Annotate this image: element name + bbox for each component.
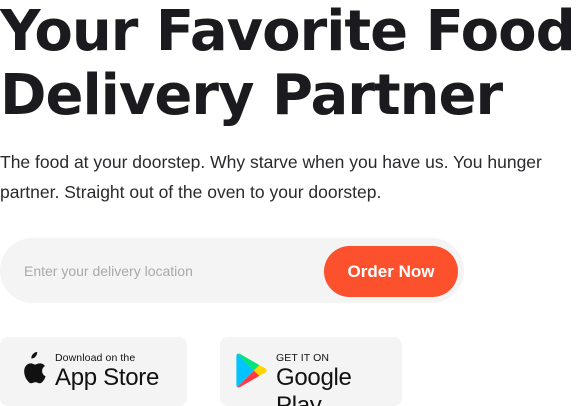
apple-icon bbox=[24, 351, 46, 384]
google-play-icon bbox=[236, 353, 267, 388]
hero-tagline: The food at your doorstep. Why starve wh… bbox=[0, 152, 542, 202]
order-now-button[interactable]: Order Now bbox=[324, 246, 458, 297]
delivery-location-form: Order Now bbox=[0, 238, 464, 303]
app-store-text: Download on the App Store bbox=[55, 352, 159, 392]
app-store-big-label: App Store bbox=[55, 364, 160, 391]
delivery-location-input[interactable] bbox=[24, 238, 314, 303]
headline-line-1: Your Favorite Food bbox=[0, 0, 576, 64]
hero-headline: Your Favorite Food Delivery Partner bbox=[0, 0, 576, 128]
app-store-small-label: Download on the bbox=[55, 352, 136, 364]
app-store-badge[interactable]: Download on the App Store bbox=[0, 337, 187, 406]
google-play-text: GET IT ON Google Play bbox=[276, 352, 402, 406]
google-play-badge[interactable]: GET IT ON Google Play bbox=[220, 337, 402, 406]
headline-line-2: Delivery Partner bbox=[0, 63, 503, 128]
google-play-small-label: GET IT ON bbox=[276, 352, 330, 364]
google-play-big-label: Google Play bbox=[276, 364, 352, 406]
